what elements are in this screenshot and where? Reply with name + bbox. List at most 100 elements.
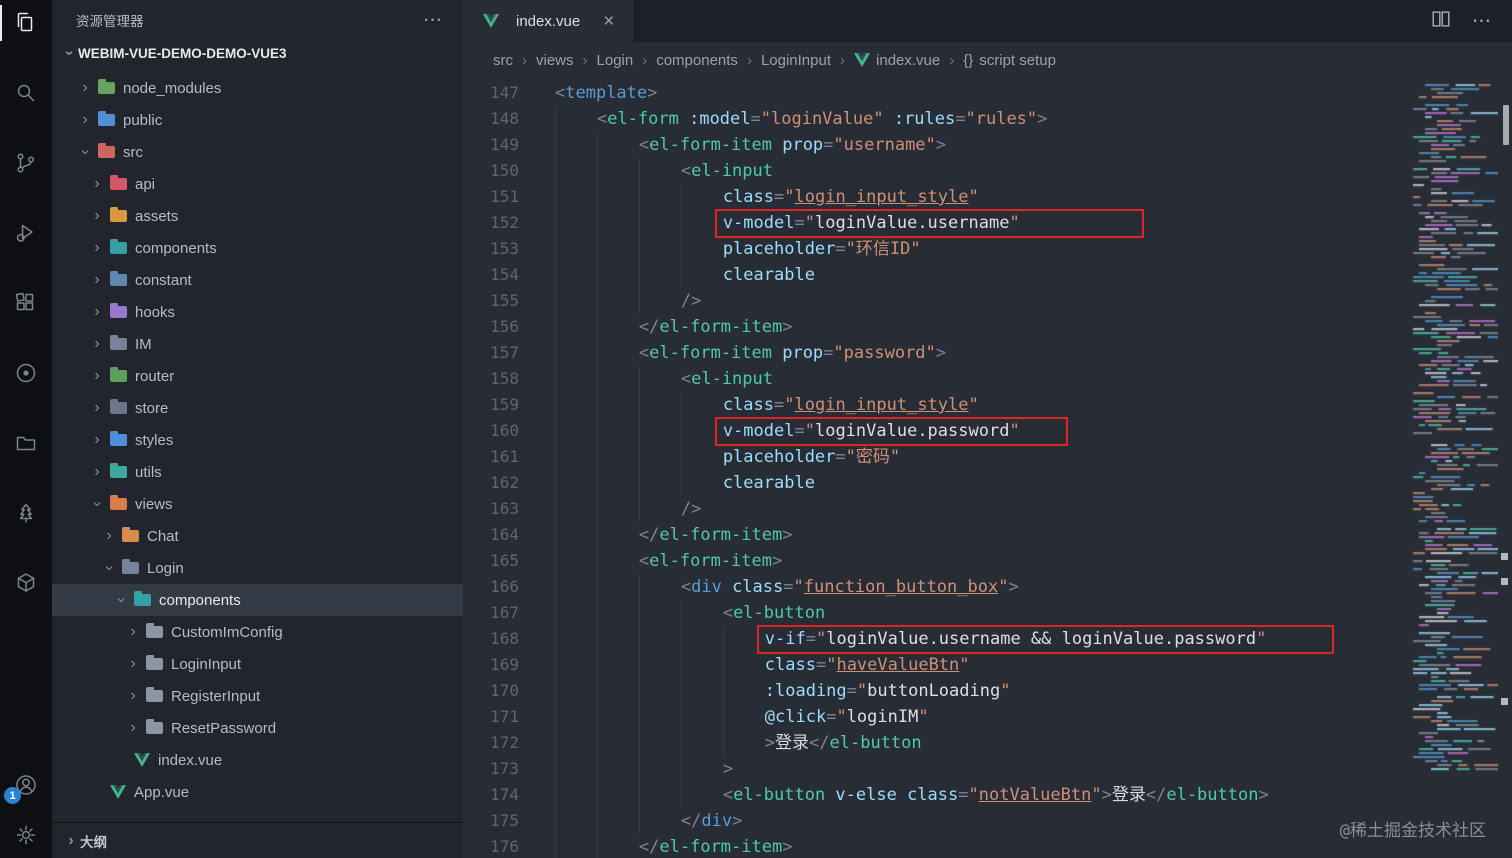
annotation-box: v-model="loginValue.password" — [714, 417, 1068, 446]
tree-icon[interactable] — [0, 500, 52, 526]
settings-gear-icon[interactable] — [0, 822, 52, 848]
editor-more-actions-icon[interactable]: ⋯ — [1472, 10, 1492, 33]
code-line-166[interactable]: 166 <div class="function_button_box"> — [463, 574, 1512, 600]
breadcrumb-item-LoginInput[interactable]: LoginInput — [761, 52, 831, 69]
tree-item-App.vue[interactable]: ›App.vue — [52, 776, 463, 808]
tree-item-views[interactable]: › views — [52, 488, 463, 520]
tree-item-api[interactable]: › api — [52, 168, 463, 200]
breadcrumb-item-script-setup[interactable]: {} script setup — [963, 52, 1056, 69]
code-line-174[interactable]: 174 <el-button v-else class="notValueBtn… — [463, 782, 1512, 808]
tree-item-Login[interactable]: › Login — [52, 552, 463, 584]
code-editor[interactable]: 147 <template> 148 <el-form :model="loginV… — [463, 78, 1512, 858]
record-icon[interactable] — [0, 360, 52, 386]
breadcrumb-item-views[interactable]: views — [536, 52, 574, 69]
code-line-158[interactable]: 158 <el-input — [463, 366, 1512, 392]
tree-item-Chat[interactable]: › Chat — [52, 520, 463, 552]
cube-icon[interactable] — [0, 570, 52, 596]
line-number: 167 — [490, 603, 519, 622]
tree-item-label: RegisterInput — [171, 687, 261, 705]
line-number: 159 — [490, 395, 519, 414]
code-line-156[interactable]: 156 </el-form-item> — [463, 314, 1512, 340]
code-line-154[interactable]: 154 clearable — [463, 262, 1512, 288]
code-line-149[interactable]: 149 <el-form-item prop="username"> — [463, 132, 1512, 158]
chevron-right-icon: › — [94, 207, 100, 224]
line-number: 149 — [490, 135, 519, 154]
code-line-165[interactable]: 165 <el-form-item> — [463, 548, 1512, 574]
breadcrumb-separator: › — [582, 51, 588, 69]
sidebar-title: 资源管理器 — [76, 14, 144, 29]
code-line-169[interactable]: 169 class="haveValueBtn" — [463, 652, 1512, 678]
line-text: clearable — [519, 470, 815, 496]
code-line-148[interactable]: 148 <el-form :model="loginValue" :rules=… — [463, 106, 1512, 132]
minimap[interactable] — [1410, 82, 1498, 782]
line-number: 173 — [490, 759, 519, 778]
extensions-icon[interactable] — [0, 290, 52, 316]
tree-item-RegisterInput[interactable]: › RegisterInput — [52, 680, 463, 712]
tree-item-constant[interactable]: › constant — [52, 264, 463, 296]
folder-icon — [98, 143, 115, 158]
code-line-150[interactable]: 150 <el-input — [463, 158, 1512, 184]
chevron-right-icon: › — [94, 271, 100, 288]
tree-item-router[interactable]: › router — [52, 360, 463, 392]
code-line-162[interactable]: 162 clearable — [463, 470, 1512, 496]
code-line-164[interactable]: 164 </el-form-item> — [463, 522, 1512, 548]
code-line-163[interactable]: 163 /> — [463, 496, 1512, 522]
outline-section[interactable]: › 大纲 — [52, 822, 463, 858]
tree-item-utils[interactable]: › utils — [52, 456, 463, 488]
breadcrumb-label: LoginInput — [760, 51, 832, 69]
tree-item-hooks[interactable]: › hooks — [52, 296, 463, 328]
code-line-155[interactable]: 155 /> — [463, 288, 1512, 314]
close-tab-icon[interactable]: × — [603, 12, 614, 31]
tree-item-assets[interactable]: › assets — [52, 200, 463, 232]
code-line-161[interactable]: 161 placeholder="密码" — [463, 444, 1512, 470]
tree-item-store[interactable]: › store — [52, 392, 463, 424]
search-icon[interactable] — [0, 80, 52, 106]
tree-item-label: constant — [135, 271, 192, 289]
code-line-152[interactable]: 152 v-model="loginValue.username" — [463, 209, 1512, 238]
tree-item-LoginInput[interactable]: › LoginInput — [52, 648, 463, 680]
code-line-167[interactable]: 167 <el-button — [463, 600, 1512, 626]
code-line-151[interactable]: 151 class="login_input_style" — [463, 184, 1512, 210]
scrollbar-thumb[interactable] — [1503, 105, 1509, 145]
tree-item-index.vue[interactable]: ›index.vue — [52, 744, 463, 776]
split-editor-icon[interactable] — [1430, 8, 1452, 35]
tree-item-node_modules[interactable]: › node_modules — [52, 72, 463, 104]
line-text: <el-form-item prop="password"> — [519, 340, 946, 366]
code-line-159[interactable]: 159 class="login_input_style" — [463, 392, 1512, 418]
code-line-172[interactable]: 172 >登录</el-button — [463, 730, 1512, 756]
tree-item-IM[interactable]: › IM — [52, 328, 463, 360]
line-text: v-model="loginValue.username" — [519, 209, 1144, 238]
tree-item-components[interactable]: › components — [52, 232, 463, 264]
breadcrumb-item-Login[interactable]: Login — [597, 52, 634, 69]
tree-item-label: App.vue — [134, 783, 190, 801]
code-line-153[interactable]: 153 placeholder="环信ID" — [463, 236, 1512, 262]
code-line-170[interactable]: 170 :loading="buttonLoading" — [463, 678, 1512, 704]
files-icon[interactable] — [0, 5, 52, 41]
tree-item-styles[interactable]: › styles — [52, 424, 463, 456]
code-line-157[interactable]: 157 <el-form-item prop="password"> — [463, 340, 1512, 366]
code-line-160[interactable]: 160 v-model="loginValue.password" — [463, 417, 1512, 446]
more-actions-icon[interactable]: ⋯ — [423, 9, 443, 32]
code-line-173[interactable]: 173 > — [463, 756, 1512, 782]
tab-index-vue[interactable]: index.vue × — [463, 0, 635, 42]
code-line-168[interactable]: 168 v-if="loginValue.username && loginVa… — [463, 625, 1512, 654]
breadcrumb-item-components[interactable]: components — [656, 52, 738, 69]
chevron-right-icon: › — [94, 335, 100, 352]
project-root-row[interactable]: › WEBIM-VUE-DEMO-DEMO-VUE3 — [52, 40, 463, 66]
line-text: @click="loginIM" — [519, 704, 929, 730]
tree-item-ResetPassword[interactable]: › ResetPassword — [52, 712, 463, 744]
tree-item-public[interactable]: › public — [52, 104, 463, 136]
code-line-171[interactable]: 171 @click="loginIM" — [463, 704, 1512, 730]
folder-icon[interactable] — [0, 430, 52, 456]
breadcrumb-item-src[interactable]: src — [493, 52, 513, 69]
run-debug-icon[interactable] — [0, 220, 52, 246]
tree-item-CustomImConfig[interactable]: › CustomImConfig — [52, 616, 463, 648]
chevron-right-icon: › — [82, 111, 88, 128]
code-line-147[interactable]: 147 <template> — [463, 80, 1512, 106]
breadcrumb-item-index.vue[interactable]: index.vue — [854, 52, 940, 69]
tree-item-components[interactable]: › components — [52, 584, 463, 616]
account-icon[interactable]: 1 — [0, 772, 52, 804]
line-text: clearable — [519, 262, 815, 288]
source-control-icon[interactable] — [0, 150, 52, 176]
tree-item-src[interactable]: › src — [52, 136, 463, 168]
